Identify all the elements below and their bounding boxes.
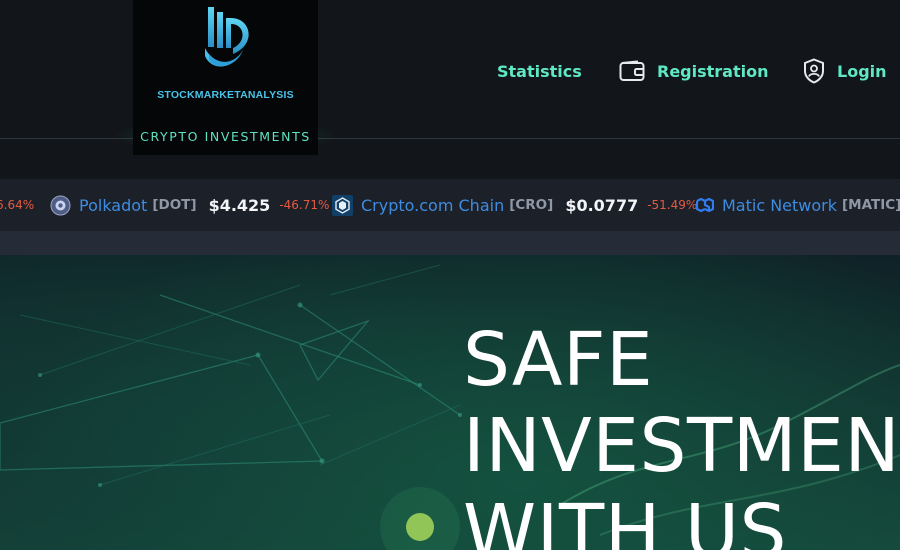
nav-registration[interactable]: Registration (619, 56, 768, 86)
nav-login-label: Login (837, 61, 887, 81)
nav-registration-label: Registration (657, 61, 769, 81)
hero-headline-line: INVESTMENT (463, 403, 900, 489)
shield-user-icon (804, 58, 824, 84)
hero-headline-line: WITH US (463, 489, 787, 550)
coin-change: -51.49% (647, 198, 698, 212)
wallet-icon (619, 60, 645, 81)
cro-icon (332, 194, 353, 216)
coin-symbol: [MATIC] (842, 197, 900, 213)
nav-login[interactable]: Login (803, 56, 887, 86)
ticker-underband (0, 231, 900, 255)
ticker-item-partial[interactable]: 6.64% (0, 179, 34, 231)
coin-name: Matic Network (722, 195, 838, 215)
coin-price: $4.425 (208, 195, 271, 215)
hero-headline: SAFE INVESTMENT WITH US (463, 317, 900, 550)
ticker-item-cro[interactable]: Crypto.com Chain [CRO] $0.0777 -51.49% (332, 179, 697, 231)
ticker-item-polkadot[interactable]: Polkadot [DOT] $4.425 -46.71% (50, 179, 329, 231)
nav-statistics-label: Statistics (497, 61, 582, 81)
price-ticker: 6.64% Polkadot [DOT] $4.425 -46.71% Cryp… (0, 179, 900, 231)
coin-change: 6.64% (0, 198, 35, 212)
brand-name: STOCKMARKETANALYSIS (157, 89, 294, 101)
coin-symbol: [DOT] (152, 197, 197, 213)
polkadot-icon (50, 195, 71, 215)
stylized-letters-logo-icon (205, 7, 249, 67)
hero-section: SAFE INVESTMENT WITH US (0, 255, 900, 550)
matic-icon (696, 198, 714, 212)
hero-headline-line: SAFE (463, 317, 654, 403)
coin-price: $0.0777 (565, 195, 639, 215)
nav-statistics[interactable]: Statistics (497, 56, 582, 86)
brand-tagline: CRYPTO INVESTMENTS (140, 129, 311, 144)
coin-name: Polkadot (79, 195, 148, 215)
ticker-item-matic[interactable]: Matic Network [MATIC] (696, 179, 900, 231)
coin-symbol: [CRO] (509, 197, 554, 213)
coin-change: -46.71% (279, 198, 330, 212)
site-header: STOCKMARKETANALYSIS CRYPTO INVESTMENTS S… (0, 0, 900, 179)
coin-name: Crypto.com Chain (361, 195, 505, 215)
